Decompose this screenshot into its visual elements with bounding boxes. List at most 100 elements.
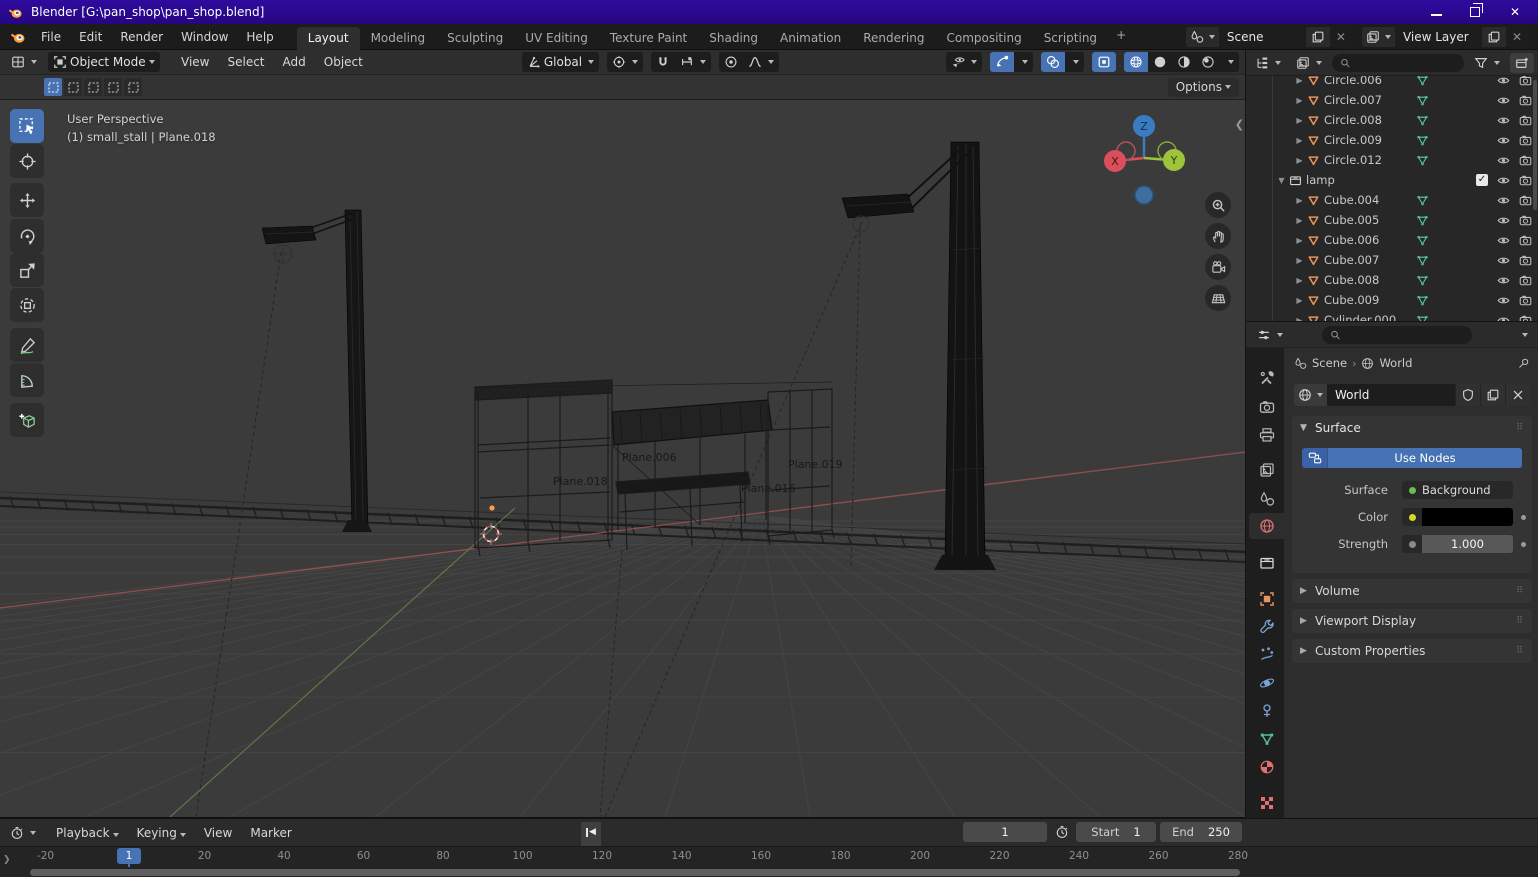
outliner-row[interactable]: ▶ Circle.008 xyxy=(1246,110,1538,130)
outliner-row[interactable]: ▶ Cube.005 xyxy=(1246,210,1538,230)
show-overlays-toggle[interactable] xyxy=(1041,52,1065,72)
workspace-tab-layout[interactable]: Layout xyxy=(296,26,360,50)
expand-arrow-icon[interactable]: ▶ xyxy=(1294,136,1305,145)
eye-icon[interactable] xyxy=(1497,254,1510,267)
select-mode-extend-button[interactable] xyxy=(64,78,82,96)
select-mode-new-button[interactable] xyxy=(44,78,62,96)
eye-icon[interactable] xyxy=(1497,294,1510,307)
viewport-canvas[interactable]: Plane.006 Plane.019 Plane.018 Plane.016 Use… xyxy=(0,100,1245,817)
tool-annotate-button[interactable] xyxy=(10,328,44,362)
outliner-row[interactable]: ▶ Cylinder.000 xyxy=(1246,310,1538,323)
expand-arrow-icon[interactable]: ▶ xyxy=(1294,156,1305,165)
property-control[interactable]: Background xyxy=(1402,481,1513,499)
color-swatch[interactable] xyxy=(1422,508,1513,526)
workspace-tab-uv-editing[interactable]: UV Editing xyxy=(514,27,599,50)
expand-arrow-icon[interactable]: ▶ xyxy=(1294,96,1305,105)
drag-handle[interactable]: ⠿ xyxy=(1516,586,1524,596)
expand-arrow-icon[interactable]: ▶ xyxy=(1294,256,1305,265)
scene-name[interactable]: Scene xyxy=(1219,30,1305,44)
outliner-item-name[interactable]: lamp xyxy=(1306,173,1335,187)
show-gizmo-toggle[interactable] xyxy=(990,52,1014,72)
add-workspace-button[interactable]: + xyxy=(1108,24,1134,50)
ortho-toggle-button[interactable] xyxy=(1205,285,1231,311)
outliner-row[interactable]: ▶ Circle.006 xyxy=(1246,76,1538,90)
maximize-button[interactable] xyxy=(1470,3,1483,17)
camera-restrict-icon[interactable] xyxy=(1519,214,1532,227)
expand-arrow-icon[interactable]: ▶ xyxy=(1294,236,1305,245)
workspace-tab-rendering[interactable]: Rendering xyxy=(852,27,935,50)
surface-type-field[interactable]: Background xyxy=(1402,481,1513,499)
properties-search[interactable] xyxy=(1322,325,1472,344)
properties-tab-tool[interactable] xyxy=(1249,365,1284,391)
shading-dropdown[interactable] xyxy=(1220,52,1239,72)
properties-options-dropdown[interactable] xyxy=(1522,332,1528,337)
camera-restrict-icon[interactable] xyxy=(1519,174,1532,187)
socket-button[interactable] xyxy=(1402,535,1422,553)
outliner-row[interactable]: ▶ Circle.012 xyxy=(1246,150,1538,170)
outliner-item-name[interactable]: Cube.007 xyxy=(1324,253,1379,267)
timeline-ruler[interactable]: -20 20 40 60 80 100 120 140 160 180 200 220 240 260 28… xyxy=(0,846,1538,868)
tool-add-cube-button[interactable] xyxy=(10,403,44,437)
breadcrumb-scene[interactable]: Scene xyxy=(1312,356,1347,370)
view-layer-copy-button[interactable] xyxy=(1480,26,1506,47)
properties-tab-texture[interactable] xyxy=(1249,790,1284,816)
transport-jump-start-button[interactable]: ◀ xyxy=(581,822,601,842)
gizmo-dropdown[interactable] xyxy=(1014,52,1033,72)
frame-end-field[interactable]: End 250 xyxy=(1160,822,1242,842)
properties-tab-output[interactable] xyxy=(1249,422,1284,448)
properties-tab-scene[interactable] xyxy=(1249,486,1284,512)
workspace-tab-animation[interactable]: Animation xyxy=(769,27,852,50)
scene-copy-button[interactable] xyxy=(1304,26,1330,47)
scene-browse-button[interactable] xyxy=(1185,26,1219,47)
tool-measure-button[interactable] xyxy=(10,363,44,397)
menu-render[interactable]: Render xyxy=(111,26,172,48)
eye-icon[interactable] xyxy=(1497,274,1510,287)
timeline-corner-arrow[interactable]: ❯ xyxy=(3,855,11,865)
zoom-button[interactable] xyxy=(1205,192,1231,218)
animate-dot[interactable] xyxy=(1521,541,1526,547)
outliner-item-name[interactable]: Circle.009 xyxy=(1324,133,1382,147)
drag-handle[interactable]: ⠿ xyxy=(1516,423,1524,433)
eye-icon[interactable] xyxy=(1497,234,1510,247)
viewport-menu-select[interactable]: Select xyxy=(218,51,273,73)
properties-tab-render[interactable] xyxy=(1249,394,1284,420)
surface-panel-header[interactable]: ▼ Surface ⠿ xyxy=(1292,416,1532,440)
outliner-scrollbar[interactable] xyxy=(1533,80,1537,210)
pivot-point-selector[interactable] xyxy=(607,52,644,72)
properties-tab-object[interactable] xyxy=(1249,586,1284,612)
unlink-world-button[interactable] xyxy=(1505,384,1530,406)
viewport-menu-view[interactable]: View xyxy=(172,51,218,73)
menu-help[interactable]: Help xyxy=(237,26,282,48)
expand-arrow-icon[interactable]: ▶ xyxy=(1294,276,1305,285)
view-layer-name[interactable]: View Layer xyxy=(1395,30,1481,44)
current-frame-field[interactable]: 1 xyxy=(963,822,1047,842)
camera-restrict-icon[interactable] xyxy=(1519,314,1532,323)
eye-icon[interactable] xyxy=(1497,194,1510,207)
properties-tab-material[interactable] xyxy=(1249,754,1284,780)
properties-tab-physics[interactable] xyxy=(1249,670,1284,696)
menu-window[interactable]: Window xyxy=(172,26,237,48)
camera-restrict-icon[interactable] xyxy=(1519,134,1532,147)
viewport-menu-object[interactable]: Object xyxy=(315,51,372,73)
xray-toggle[interactable] xyxy=(1092,52,1116,72)
camera-restrict-icon[interactable] xyxy=(1519,114,1532,127)
outliner-row[interactable]: ▶ Circle.009 xyxy=(1246,130,1538,150)
timeline-scrollbar[interactable] xyxy=(30,869,1240,876)
drag-handle[interactable]: ⠿ xyxy=(1516,616,1524,626)
tool-scale-button[interactable] xyxy=(10,253,44,287)
shading-solid-button[interactable] xyxy=(1148,52,1172,72)
outliner-row[interactable]: ▶ Circle.007 xyxy=(1246,90,1538,110)
frame-start-field[interactable]: Start 1 xyxy=(1076,822,1156,842)
new-collection-button[interactable] xyxy=(1510,52,1534,73)
panel-custom-properties[interactable]: ▶ Custom Properties ⠿ xyxy=(1292,639,1532,663)
drag-handle[interactable]: ⠿ xyxy=(1516,646,1524,656)
minimize-button[interactable] xyxy=(1431,9,1442,16)
sidebar-toggle-arrow[interactable]: ❮ xyxy=(1235,118,1244,131)
outliner-editor-type-button[interactable] xyxy=(1250,53,1286,73)
workspace-tab-compositing[interactable]: Compositing xyxy=(935,27,1032,50)
proportional-edit-toggle[interactable] xyxy=(719,52,744,72)
outliner-row[interactable]: ▶ Cube.008 xyxy=(1246,270,1538,290)
world-name-field[interactable]: World xyxy=(1327,384,1455,406)
outliner-search-input[interactable] xyxy=(1354,56,1456,69)
navigation-gizmo[interactable]: Z X Y xyxy=(1096,108,1192,208)
